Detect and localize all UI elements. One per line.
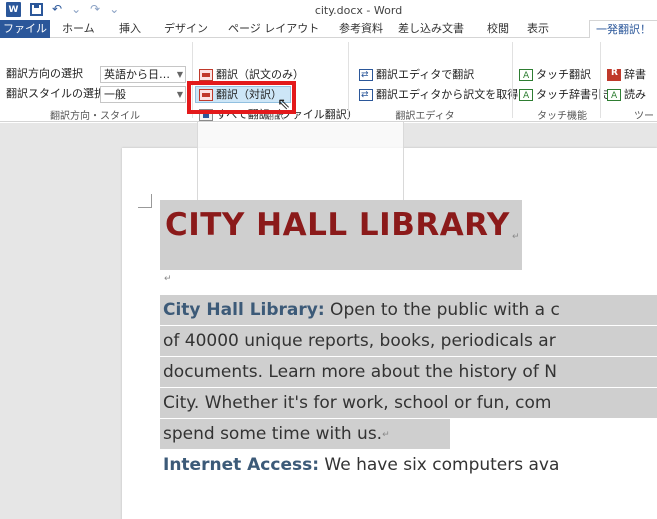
- tab-design[interactable]: デザイン: [164, 20, 208, 38]
- body-text-line[interactable]: City. Whether it's for work, school or f…: [163, 390, 551, 416]
- style-select[interactable]: 一般 ▼: [100, 86, 186, 103]
- reading-icon: [607, 88, 621, 105]
- touch-dict-button[interactable]: タッチ辞書引き: [516, 86, 616, 105]
- body-text-line[interactable]: documents. Learn more about the history …: [163, 359, 557, 385]
- tab-references[interactable]: 参考資料: [339, 20, 383, 38]
- direction-select[interactable]: 英語から日… ▼: [100, 66, 186, 83]
- direction-label: 翻訳方向の選択: [6, 67, 83, 80]
- text-run: spend some time with us.: [163, 424, 383, 444]
- text-run: Open to the public with a c: [324, 300, 560, 320]
- style-select-value: 一般: [104, 88, 126, 101]
- tab-review[interactable]: 校閲: [487, 20, 509, 38]
- dictionary-button[interactable]: 辞書: [604, 66, 649, 83]
- editor-translate-label: 翻訳エディタで翻訳: [376, 68, 475, 81]
- chevron-down-icon: ▼: [176, 90, 183, 99]
- paragraph-mark: ↵: [382, 430, 390, 440]
- document-heading[interactable]: CITY HALL LIBRARY: [165, 207, 510, 243]
- body-text-line[interactable]: of 40000 unique reports, books, periodic…: [163, 328, 556, 354]
- editor-translate-button[interactable]: 翻訳エディタで翻訳: [356, 66, 477, 84]
- touch-translate-icon: [519, 68, 533, 85]
- group-label-direction-style: 翻訳方向・スタイル: [50, 111, 140, 122]
- text-run: We have six computers ava: [319, 455, 560, 475]
- body-text-line[interactable]: Internet Access: We have six computers a…: [163, 452, 559, 478]
- direction-select-value: 英語から日…: [104, 68, 170, 81]
- page-corner-mark: [138, 194, 152, 208]
- tab-mailings[interactable]: 差し込み文書: [398, 20, 464, 38]
- tab-insert[interactable]: 挿入: [119, 20, 141, 38]
- tab-page-layout[interactable]: ページ レイアウト: [228, 20, 319, 38]
- ribbon-tabs: ファイル ホーム 挿入 デザイン ページ レイアウト 参考資料 差し込み文書 校…: [0, 20, 657, 39]
- touch-dict-label: タッチ辞書引き: [536, 88, 613, 101]
- reading-label: 読み: [624, 88, 646, 101]
- style-label: 翻訳スタイルの選択: [6, 87, 105, 100]
- mouse-cursor-icon: ⇖: [277, 94, 291, 113]
- dictionary-icon: [607, 68, 621, 81]
- group-divider: [600, 42, 601, 118]
- chevron-down-icon: ▼: [176, 70, 183, 79]
- group-label-editor: 翻訳エディタ: [395, 111, 455, 122]
- group-divider: [348, 42, 349, 118]
- translate-icon: [199, 68, 213, 81]
- tab-home[interactable]: ホーム: [62, 20, 95, 38]
- window-title: city.docx - Word: [314, 4, 403, 17]
- body-text-line[interactable]: City Hall Library: Open to the public wi…: [163, 297, 560, 323]
- touch-translate-label: タッチ翻訳: [536, 68, 591, 81]
- group-label-tools: ツー: [634, 111, 654, 122]
- editor-get-button[interactable]: 翻訳エディタから訳文を取得: [356, 86, 521, 104]
- paragraph-mark: ↵: [164, 274, 172, 284]
- editor-icon: [359, 67, 373, 84]
- touch-translate-button[interactable]: タッチ翻訳: [516, 66, 594, 85]
- ribbon: 翻訳方向の選択 英語から日… ▼ 翻訳スタイルの選択 一般 ▼ 翻訳方向・スタイ…: [0, 38, 657, 122]
- reading-button[interactable]: 読み: [604, 86, 649, 105]
- paragraph-mark: ↵: [512, 232, 520, 242]
- section-title: Internet Access:: [163, 455, 320, 475]
- touch-dict-icon: [519, 88, 533, 105]
- editor-get-label: 翻訳エディタから訳文を取得: [376, 88, 519, 101]
- group-divider: [512, 42, 513, 118]
- title-bar: W ↶ ⌄ ↷ ⌄ city.docx - Word: [0, 0, 657, 20]
- tab-view[interactable]: 表示: [527, 20, 549, 38]
- group-label-touch: タッチ機能: [537, 111, 587, 122]
- editor-get-icon: [359, 87, 373, 104]
- section-title: City Hall Library:: [163, 300, 325, 320]
- body-text-line[interactable]: spend some time with us.↵: [163, 421, 390, 450]
- dictionary-label: 辞書: [624, 68, 646, 81]
- tab-file[interactable]: ファイル: [0, 20, 50, 38]
- tab-translate[interactable]: 一発翻訳！: [589, 20, 657, 39]
